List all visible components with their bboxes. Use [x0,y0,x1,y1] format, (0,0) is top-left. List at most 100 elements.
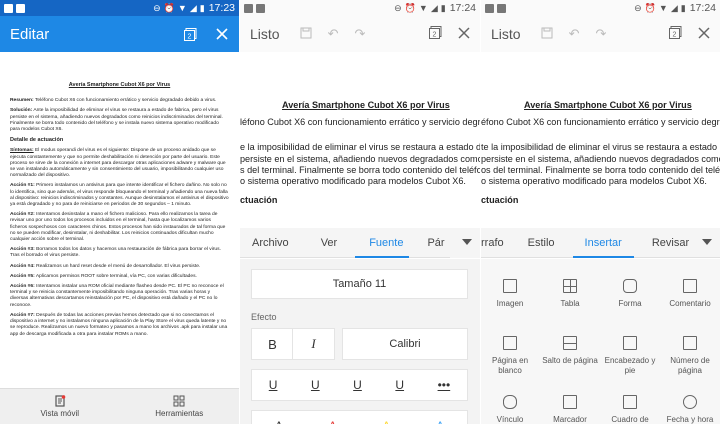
solucion-text: Ante la imposibilidad de eliminar el vir… [10,108,223,133]
tab-insertar[interactable]: Insertar [567,228,640,258]
insert-label: Tabla [560,299,580,308]
dotted-underline-button[interactable]: U [353,378,362,392]
font-color-black[interactable]: A [275,419,283,424]
signal-icon: ◢ [430,2,438,13]
insert-page-break-button[interactable]: Salto de página [541,336,599,366]
editor-panel-font: ⊖ ⏰ ▼ ◢ ▮ 17:24 Listo ↶ ↷ 2 Avería Smart… [240,0,480,424]
close-icon[interactable] [698,26,710,42]
insert-bookmark-button[interactable]: Marcador [541,395,599,424]
insert-textbox-button[interactable]: Cuadro de [601,395,659,424]
italic-button[interactable]: I [292,328,335,360]
undo-icon[interactable]: ↶ [569,26,580,42]
tools-button[interactable]: Herramientas [120,389,240,424]
insert-label: Fecha y hora [666,415,714,424]
accion-text: Borramos todos los datos y hacemos una r… [10,247,221,259]
tab-parrafo[interactable]: rrafo [481,228,516,258]
clock: 17:23 [208,2,235,14]
doc-line: e la imposibilidad de eliminar el virus … [240,142,480,153]
wifi-icon: ▼ [418,3,428,13]
bottom-nav: Vista móvil Herramientas [0,388,239,424]
wave-underline-button[interactable]: U [395,378,404,392]
tab-revisar[interactable]: Revisar [640,228,701,258]
font-color-red[interactable]: A [329,419,337,424]
accion-text: Intentamos desinstalar a mano el fichero… [10,212,226,243]
insert-label: Imagen [496,299,524,308]
insert-image-button[interactable]: Imagen [481,279,539,309]
accion-label: Acción #1: [10,183,35,189]
font-size-selector[interactable]: Tamaño 11 [251,269,468,299]
edit-toolbar: Editar 2 [0,16,239,52]
accion-text: Primero instalamos un antivirus para que… [10,183,229,208]
editor-panel-edit: ⊖ ⏰ ▼ ◢ ▮ 17:23 Editar 2 Avería Smartpho… [0,0,239,424]
clock: 17:24 [689,2,716,14]
page-number-icon [683,336,697,350]
underline-options: U U U U ••• [251,369,468,401]
mobile-view-button[interactable]: Vista móvil [0,389,120,424]
document-title: Avería Smartphone Cubot X6 por Virus [282,100,450,110]
notification-icon [497,3,506,13]
tab-estilo[interactable]: Estilo [516,228,567,258]
alarm-icon: ⏰ [163,2,175,13]
signal-icon: ◢ [670,2,678,13]
chevron-down-icon[interactable] [702,239,712,245]
shape-icon [623,279,637,293]
save-icon[interactable] [300,27,312,42]
clock-icon [683,395,697,409]
grid-icon [173,395,185,407]
accion-paragraph: Acción #6: Intentamos instalar una ROM o… [10,284,229,309]
redo-icon[interactable]: ↷ [595,26,606,42]
insert-label: Página en blanco [491,356,529,375]
redo-icon[interactable]: ↷ [354,26,365,42]
insert-date-time-button[interactable]: Fecha y hora [661,395,719,424]
doc-line: te la imposibilidad de eliminar el virus… [481,142,720,153]
undo-icon[interactable]: ↶ [328,26,339,42]
insert-blank-page-button[interactable]: Página en blanco [481,336,539,376]
double-underline-button[interactable]: U [311,378,320,392]
save-icon[interactable] [541,27,553,42]
insert-table-button[interactable]: Tabla [541,279,599,309]
document-page[interactable]: Avería Smartphone Cubot X6 por Virus Res… [10,62,229,342]
accion-text: Aplicamos permisos ROOT sobre terminal, … [35,273,197,279]
font-color-yellow[interactable]: A [382,419,390,424]
battery-icon: ▮ [440,2,446,13]
tab-archivo[interactable]: Archivo [240,228,301,258]
tab-ver[interactable]: Ver [301,228,350,258]
close-icon[interactable] [458,26,470,42]
doc-line: os del terminal. Finalmente se borra tod… [481,164,720,175]
close-icon[interactable] [215,27,229,41]
accion-paragraph: Acción #3: Borramos todos los datos y ha… [10,247,229,259]
doc-line: o sistema operativo modificado para mode… [481,176,707,187]
done-button[interactable]: Listo [250,26,280,42]
pages-icon[interactable]: 2 [183,27,197,41]
insert-label: Marcador [553,415,587,424]
insert-comment-button[interactable]: Comentario [661,279,719,309]
read-toolbar: Listo ↶ ↷ 2 [240,16,480,52]
read-toolbar: Listo ↶ ↷ 2 [481,16,720,52]
textbox-icon [623,395,637,409]
pages-icon[interactable]: 2 [429,26,442,42]
font-name-selector[interactable]: Calibri [342,328,468,360]
ribbon-tabs: Archivo Ver Fuente Pár [240,228,480,258]
bold-button[interactable]: B [251,328,294,360]
font-color-blue[interactable]: A [436,419,444,424]
more-icon[interactable]: ••• [438,378,451,392]
done-button[interactable]: Listo [491,26,521,42]
insert-header-footer-button[interactable]: Encabezado y pie [601,336,659,376]
chevron-down-icon[interactable] [462,239,472,245]
accion-label: Acción #2: [10,212,35,218]
insert-shape-button[interactable]: Forma [601,279,659,309]
alarm-icon: ⏰ [404,2,416,13]
accion-paragraph: Acción #5: Aplicamos permisos ROOT sobre… [10,274,229,280]
document-page[interactable]: Avería Smartphone Cubot X6 por Virus éfo… [481,100,720,206]
insert-page-number-button[interactable]: Número de página [661,336,719,376]
document-page[interactable]: Avería Smartphone Cubot X6 por Virus léf… [240,100,480,206]
tab-fuente[interactable]: Fuente [349,228,415,258]
insert-link-button[interactable]: Vínculo [481,395,539,424]
pages-icon[interactable]: 2 [669,26,682,42]
underline-button[interactable]: U [269,378,278,392]
doc-line: persiste en el sistema, añadiendo nuevos… [240,153,480,164]
insert-label: Comentario [669,299,711,308]
accion-paragraph: Acción #2: Intentamos desinstalar a mano… [10,212,229,243]
image-icon [503,279,517,293]
header-footer-icon [623,336,637,350]
